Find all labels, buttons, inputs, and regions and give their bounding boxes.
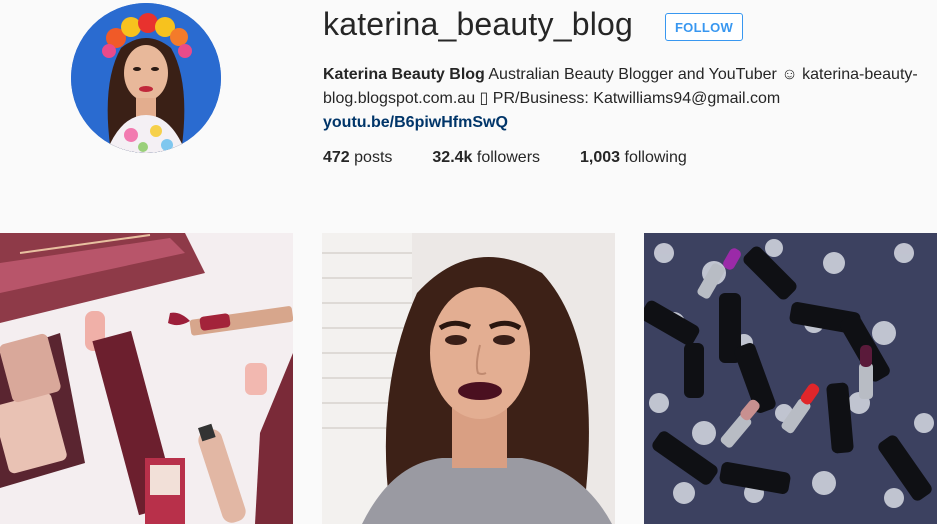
- profile-avatar[interactable]: [71, 3, 221, 153]
- profile-bio: Katerina Beauty Blog Australian Beauty B…: [323, 63, 935, 135]
- following-count: 1,003: [580, 149, 621, 166]
- profile-external-link[interactable]: youtu.be/B6piwHfmSwQ: [323, 111, 935, 135]
- following-stat[interactable]: 1,003 following: [580, 149, 687, 167]
- follow-button[interactable]: FOLLOW: [665, 13, 743, 41]
- profile-username: katerina_beauty_blog: [323, 6, 634, 42]
- following-label: following: [620, 149, 687, 166]
- post-thumbnail-selfie[interactable]: [322, 233, 615, 524]
- followers-label: followers: [472, 149, 541, 166]
- profile-full-name: Katerina Beauty Blog: [323, 66, 485, 83]
- profile-stats: 472 posts 32.4k followers 1,003 followin…: [323, 149, 727, 167]
- posts-count: 472: [323, 149, 350, 166]
- post-thumbnail-makeup[interactable]: [0, 233, 293, 524]
- post-thumbnail-lipsticks[interactable]: [644, 233, 937, 524]
- followers-count: 32.4k: [432, 149, 473, 166]
- posts-label: posts: [349, 149, 393, 166]
- posts-count-stat: 472 posts: [323, 149, 392, 167]
- followers-stat[interactable]: 32.4k followers: [432, 149, 540, 167]
